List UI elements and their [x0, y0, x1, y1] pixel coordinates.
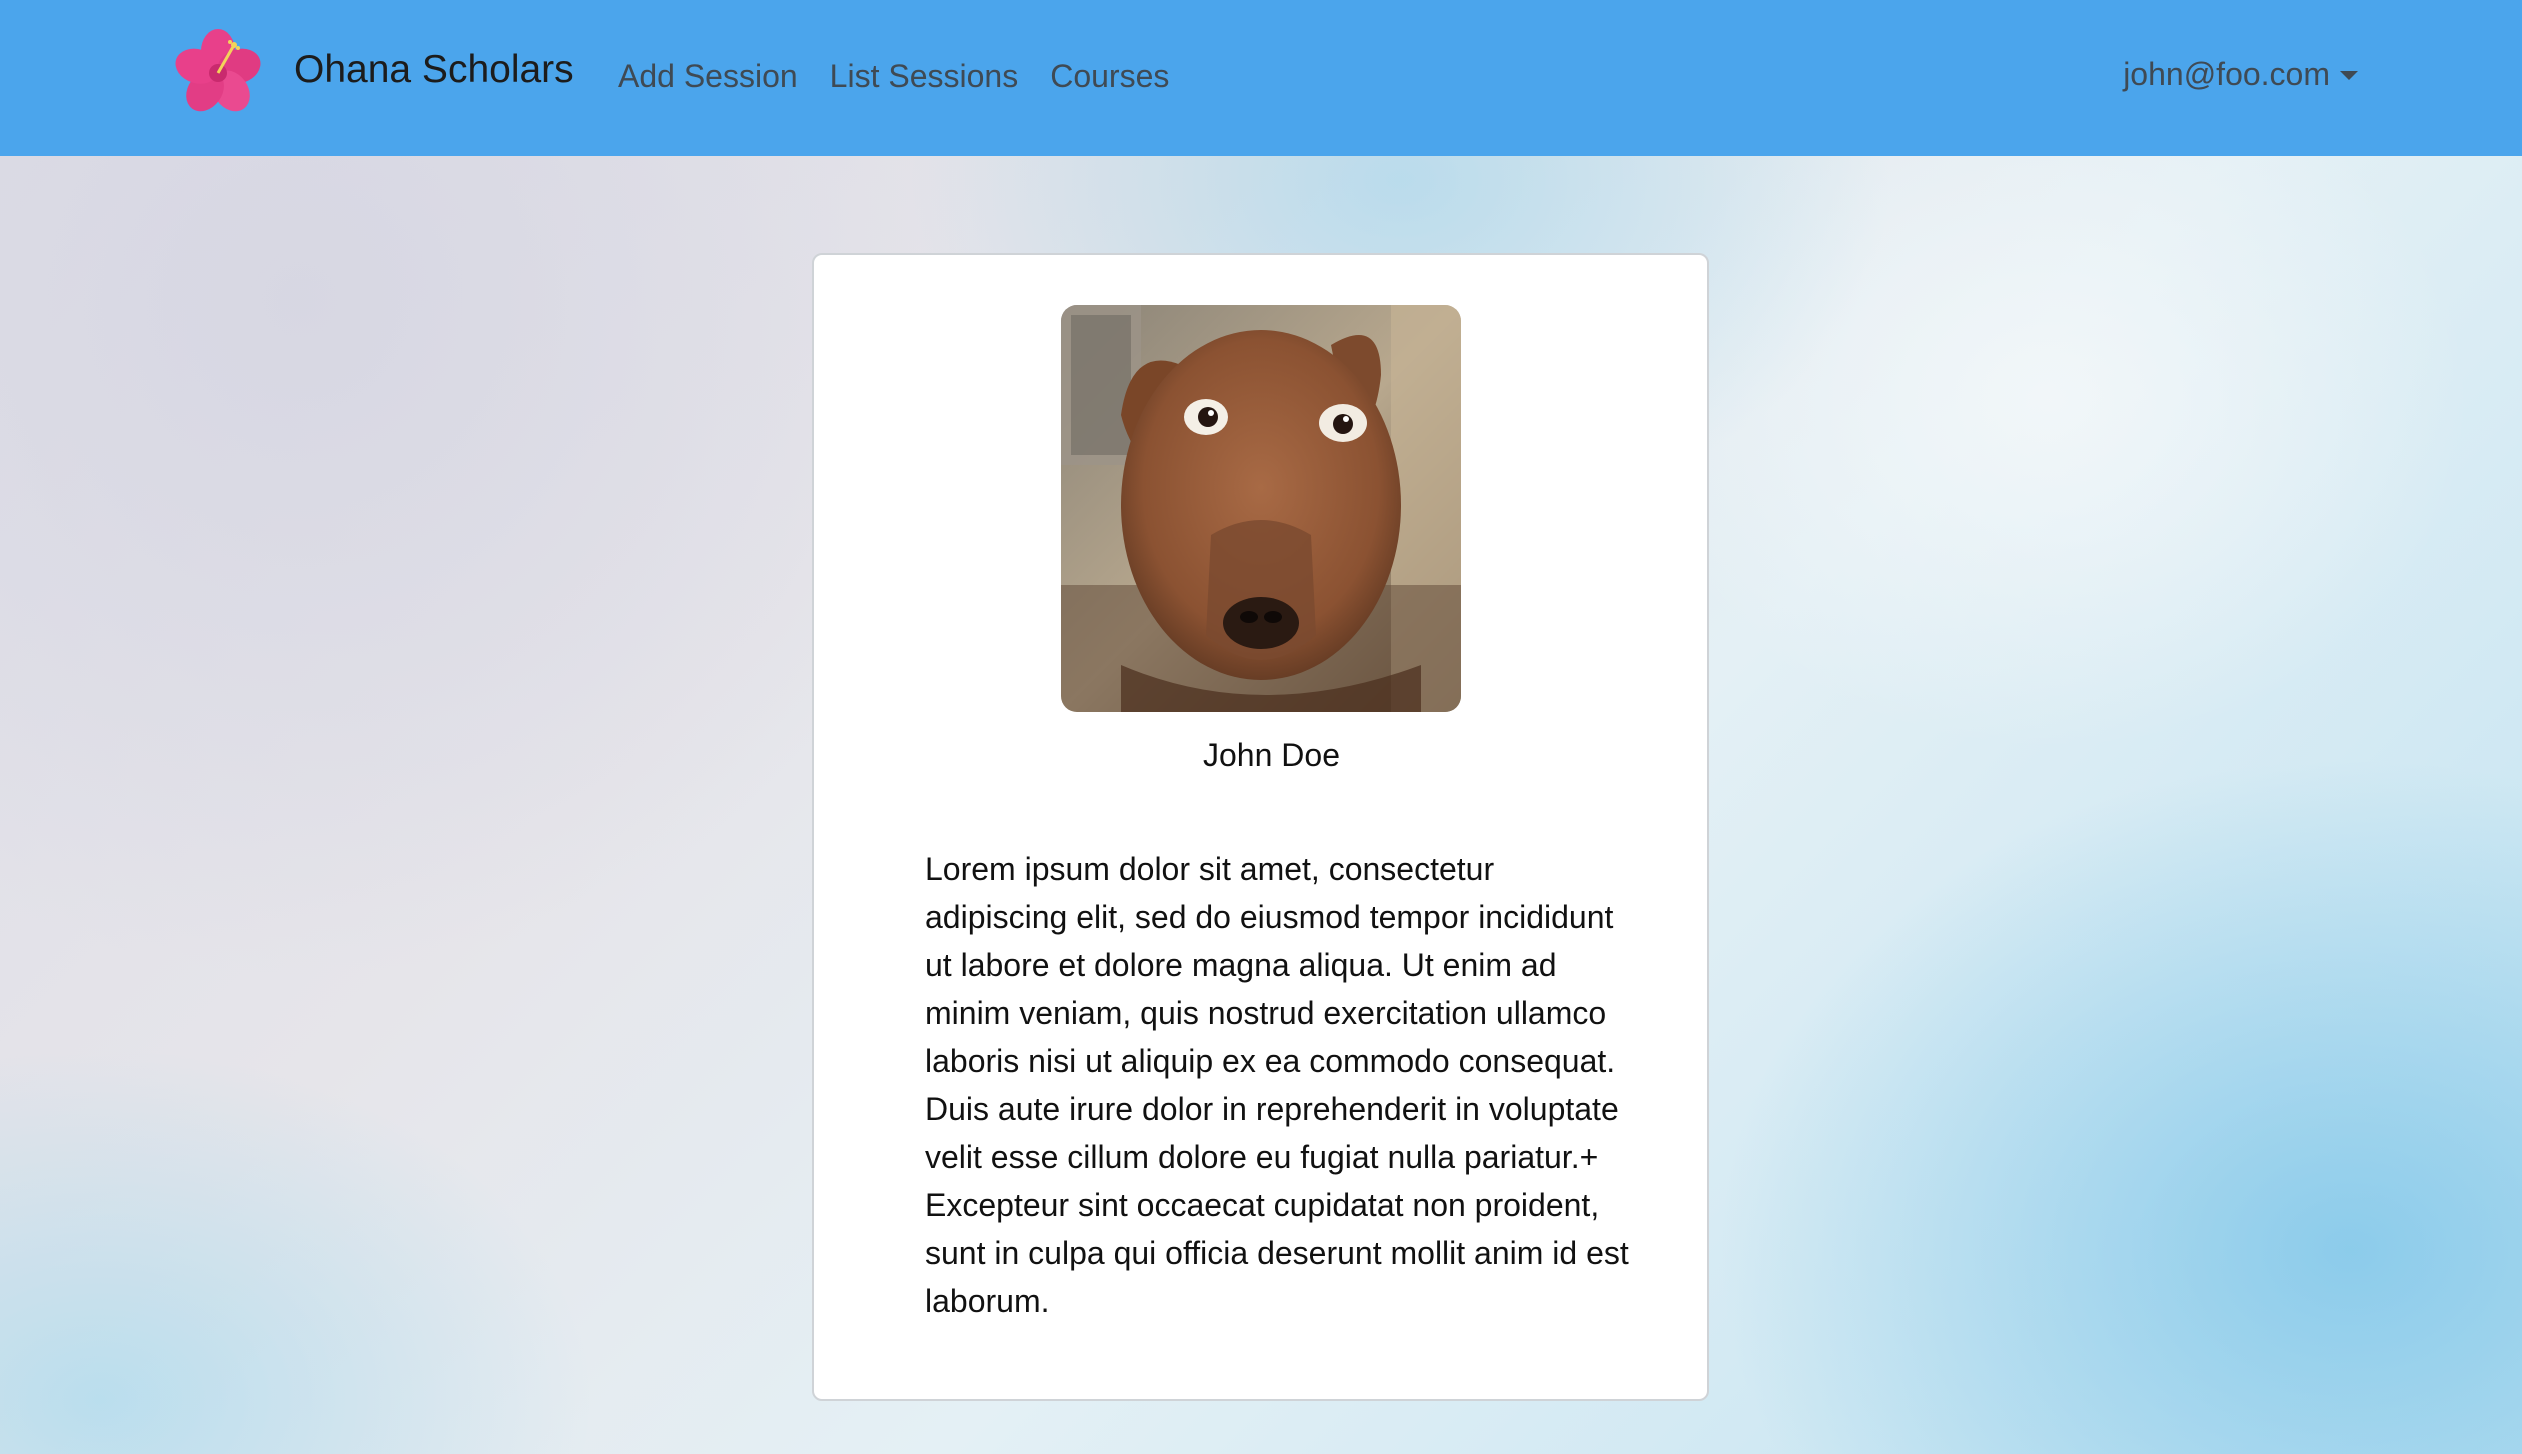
- caret-down-icon[interactable]: [2340, 71, 2358, 80]
- top-navbar: Ohana Scholars Add Session List Sessions…: [0, 0, 2522, 156]
- profile-name: John Doe: [1203, 737, 1340, 773]
- nav-links: Add Session List Sessions Courses: [618, 58, 1201, 95]
- nav-link-list-sessions[interactable]: List Sessions: [830, 58, 1019, 95]
- nav-link-courses[interactable]: Courses: [1050, 58, 1169, 95]
- user-dropdown[interactable]: john@foo.com: [2123, 56, 2358, 93]
- brand-title[interactable]: Ohana Scholars: [294, 48, 574, 92]
- profile-avatar: [1061, 305, 1461, 712]
- nav-link-add-session[interactable]: Add Session: [618, 58, 798, 95]
- profile-bio: Lorem ipsum dolor sit amet, consectetur …: [925, 851, 1629, 1319]
- user-email[interactable]: john@foo.com: [2123, 56, 2330, 93]
- hibiscus-logo-icon[interactable]: [174, 27, 262, 119]
- profile-card: John Doe Lorem ipsum dolor sit amet, con…: [812, 253, 1709, 1401]
